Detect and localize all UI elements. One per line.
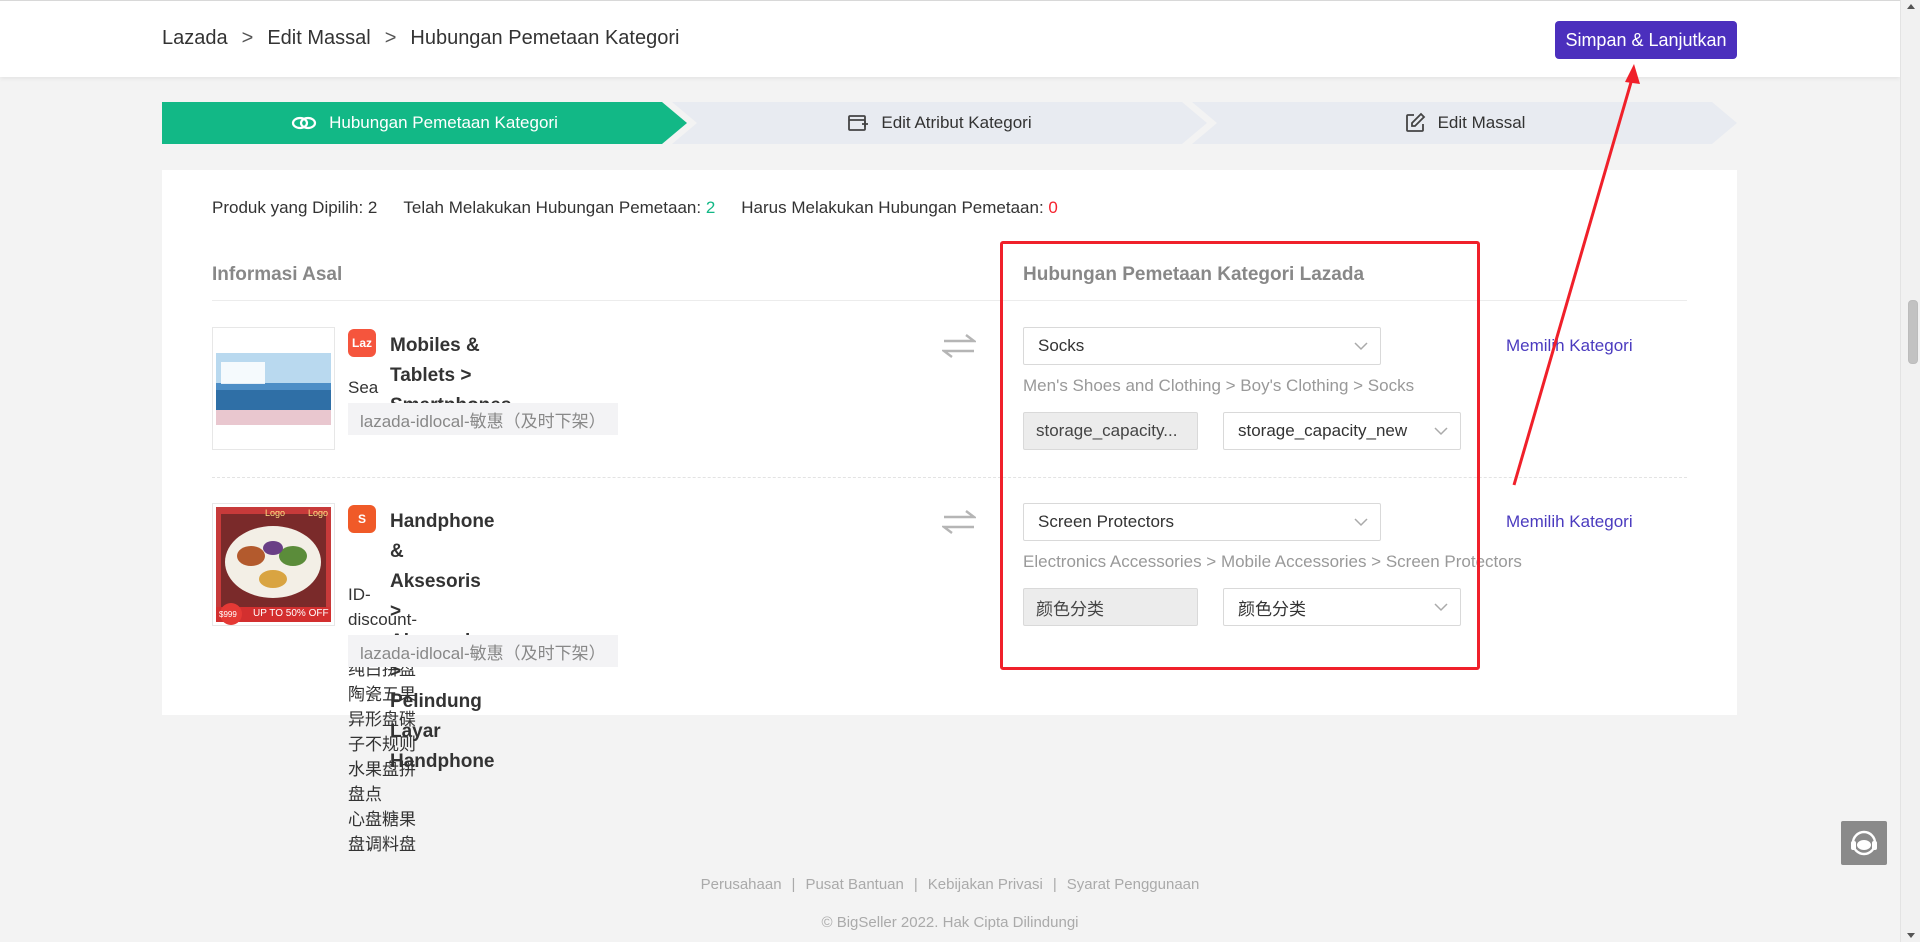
footer-links: Perusahaan | Pusat Bantuan | Kebijakan Priva… (700, 876, 1200, 893)
unmapped-count: Harus Melakukan Hubungan Pemetaan: 0 (741, 198, 1058, 218)
scroll-up-icon[interactable] (1907, 4, 1915, 9)
thumbnail-price-text: $999 (219, 610, 237, 619)
lazada-icon: Laz (348, 329, 376, 357)
step-category-mapping[interactable]: Hubungan Pemetaan Kategori (162, 102, 687, 144)
edit-icon (1405, 112, 1425, 132)
unmapped-value: 0 (1048, 198, 1058, 217)
store-tag: lazada-idlocal-敏惠（及时下架） (348, 403, 618, 435)
unmapped-label: Harus Melakukan Hubungan Pemetaan: (741, 198, 1044, 217)
product-name-line: 心盘糖果盘调料盘 (348, 810, 416, 854)
breadcrumb-separator: > (241, 27, 254, 49)
customer-support-button[interactable] (1841, 821, 1887, 865)
mapping-summary: Produk yang Dipilih: 2 Telah Melakukan H… (212, 198, 1084, 218)
product-image (213, 328, 334, 449)
source-info-header: Informasi Asal (212, 264, 343, 285)
annotation-highlight-box (1000, 241, 1480, 670)
step-label: Edit Atribut Kategori (881, 113, 1032, 132)
mapped-count: Telah Melakukan Hubungan Pemetaan: 2 (403, 198, 715, 218)
step-label: Edit Massal (1437, 113, 1526, 132)
product-name-line: ID-discount-product 纯白拼盘陶瓷五果异形盘碟子不规则水果盘拼… (348, 585, 417, 804)
category-edit-icon (848, 115, 869, 131)
mapping-card: Produk yang Dipilih: 2 Telah Melakukan H… (162, 170, 1737, 854)
swap-arrows-icon (942, 334, 976, 358)
step-edit-category-attributes[interactable]: Edit Atribut Kategori (672, 102, 1207, 144)
platform-icon-text: Laz (351, 336, 372, 350)
breadcrumb-edit-massal[interactable]: Edit Massal (267, 27, 370, 50)
link-icon (292, 116, 317, 130)
page-scrollbar[interactable] (1900, 0, 1920, 942)
save-and-continue-button[interactable]: Simpan & Lanjutkan (1555, 21, 1737, 59)
mapped-label: Telah Melakukan Hubungan Pemetaan: (403, 198, 702, 217)
breadcrumb-current: Hubungan Pemetaan Kategori (410, 27, 680, 49)
step-edit-massal[interactable]: Edit Massal (1192, 102, 1737, 144)
choose-category-link[interactable]: Memilih Kategori (1506, 512, 1633, 532)
selected-count: Produk yang Dipilih: 2 (212, 198, 378, 217)
footer-link-help[interactable]: Pusat Bantuan (805, 876, 903, 893)
thumbnail-promo-text: UP TO 50% OFF (253, 608, 329, 619)
scrollbar-thumb[interactable] (1908, 300, 1918, 364)
breadcrumb-separator: > (384, 27, 397, 49)
headset-icon (1851, 830, 1877, 856)
shopee-icon: S (348, 505, 376, 533)
copyright: © BigSeller 2022. Hak Cipta Dilindungi (821, 914, 1079, 931)
product-thumbnail (212, 327, 335, 450)
platform-icon-text: S (357, 512, 366, 526)
step-progress: Edit Atribut Kategori Edit Massal Hubung… (162, 102, 1737, 144)
scroll-down-icon[interactable] (1907, 933, 1915, 938)
breadcrumb: Lazada > Edit Massal > Hubungan Pemetaan… (162, 27, 679, 50)
footer-link-company[interactable]: Perusahaan (701, 876, 782, 893)
product-thumbnail: Logo Logo UP TO 50% OFF $999 (212, 503, 335, 626)
top-bar: Lazada > Edit Massal > Hubungan Pemetaan… (0, 0, 1900, 77)
footer-link-terms[interactable]: Syarat Penggunaan (1067, 876, 1200, 893)
thumbnail-logo-text: Logo (308, 508, 329, 518)
footer-link-privacy[interactable]: Kebijakan Privasi (928, 876, 1043, 893)
mapped-value: 2 (705, 198, 716, 217)
product-name: ID-discount-product 纯白拼盘陶瓷五果异形盘碟子不规则水果盘拼… (348, 582, 417, 857)
store-tag: lazada-idlocal-敏惠（及时下架） (348, 635, 618, 667)
thumbnail-logo-text: Logo (265, 508, 286, 518)
choose-category-link[interactable]: Memilih Kategori (1506, 336, 1633, 356)
product-name: Sea (348, 378, 379, 397)
swap-arrows-icon (942, 510, 976, 534)
product-image (213, 504, 334, 625)
step-label: Hubungan Pemetaan Kategori (329, 113, 558, 132)
breadcrumb-lazada[interactable]: Lazada (162, 27, 228, 50)
